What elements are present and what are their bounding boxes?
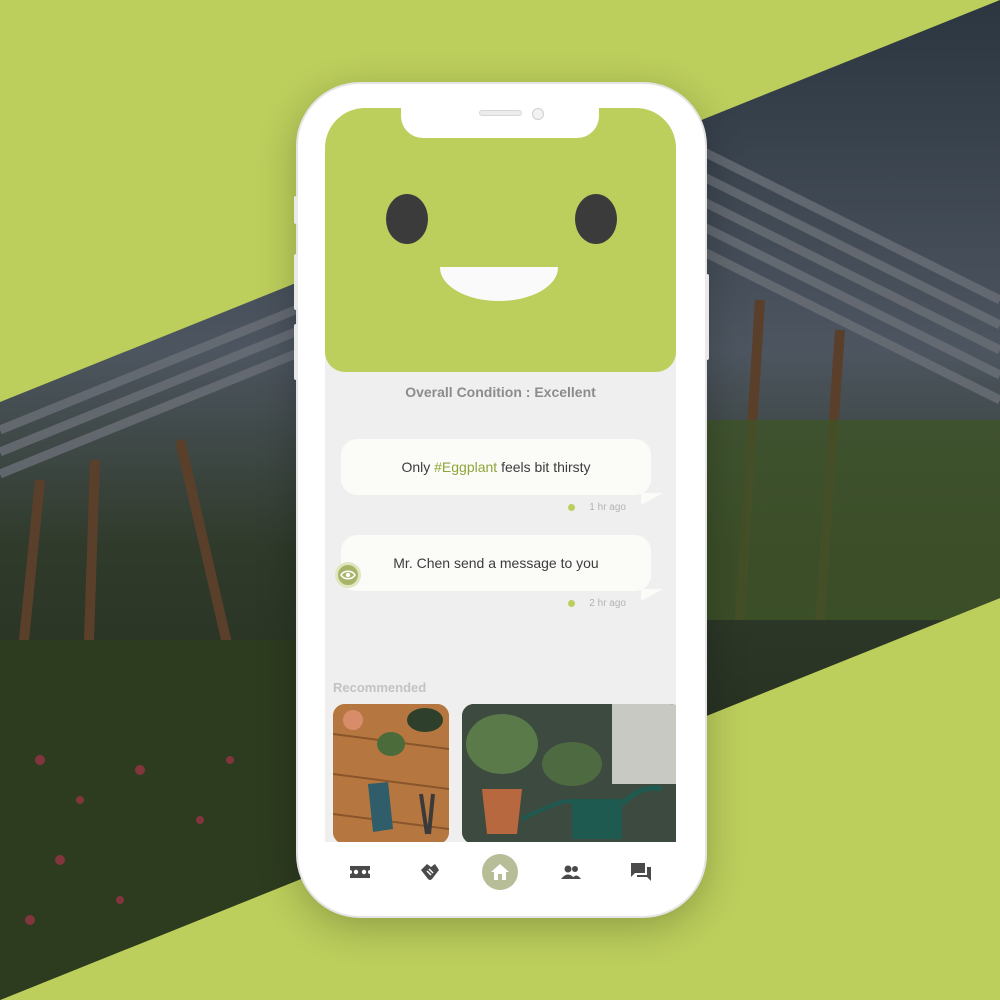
recommended-card-watering[interactable]: [462, 704, 676, 844]
app-screen: Overall Condition : Excellent Only #Eggp…: [325, 108, 676, 902]
power-button: [705, 274, 709, 360]
mute-switch: [294, 196, 298, 224]
plant-tag-link[interactable]: #Eggplant: [434, 459, 497, 475]
volume-up-button: [294, 254, 298, 310]
bottom-tab-bar: [325, 842, 676, 902]
tickets-icon: [350, 866, 371, 878]
tab-tickets[interactable]: [342, 854, 378, 890]
overall-condition: Overall Condition : Excellent: [405, 384, 596, 400]
gardening-tools-photo: [333, 704, 449, 844]
volume-down-button: [294, 324, 298, 380]
recommended-card-tools[interactable]: [333, 704, 449, 844]
view-icon[interactable]: [335, 562, 361, 588]
unread-dot: [568, 504, 576, 511]
message-text: Mr. Chen send a message to you: [393, 555, 599, 571]
right-eye: [575, 194, 617, 244]
phone-frame: Overall Condition : Excellent Only #Eggp…: [294, 84, 709, 916]
watering-can-photo: [462, 704, 676, 844]
smile-mouth: [440, 267, 558, 301]
message-bubble[interactable]: Mr. Chen send a message to you: [341, 535, 663, 601]
bubble-tail: [641, 589, 663, 601]
bubble-tail: [641, 493, 663, 505]
front-camera: [532, 108, 544, 120]
people-icon: [560, 865, 581, 879]
chat-icon: [630, 863, 651, 881]
home-icon: [491, 864, 510, 880]
notification-message[interactable]: Mr. Chen send a message to you: [341, 535, 663, 601]
handshake-icon: [421, 864, 440, 880]
tab-home[interactable]: [482, 854, 519, 890]
message-meta: 2 hr ago: [568, 598, 626, 609]
tab-community[interactable]: [412, 854, 448, 890]
plant-mood-face: [325, 108, 676, 372]
message-bubble[interactable]: Only #Eggplant feels bit thirsty: [341, 439, 663, 505]
left-eye: [386, 194, 428, 244]
tab-people[interactable]: [553, 854, 589, 890]
message-time: 1 hr ago: [589, 502, 626, 513]
message-text: Only #Eggplant feels bit thirsty: [401, 459, 591, 475]
message-meta: 1 hr ago: [568, 502, 626, 513]
message-time: 2 hr ago: [589, 598, 626, 609]
speaker-grille: [479, 110, 522, 116]
tab-chat[interactable]: [623, 854, 659, 890]
recommended-heading: Recommended: [333, 680, 427, 695]
notification-thirsty[interactable]: Only #Eggplant feels bit thirsty: [341, 439, 663, 505]
unread-dot: [568, 600, 576, 607]
